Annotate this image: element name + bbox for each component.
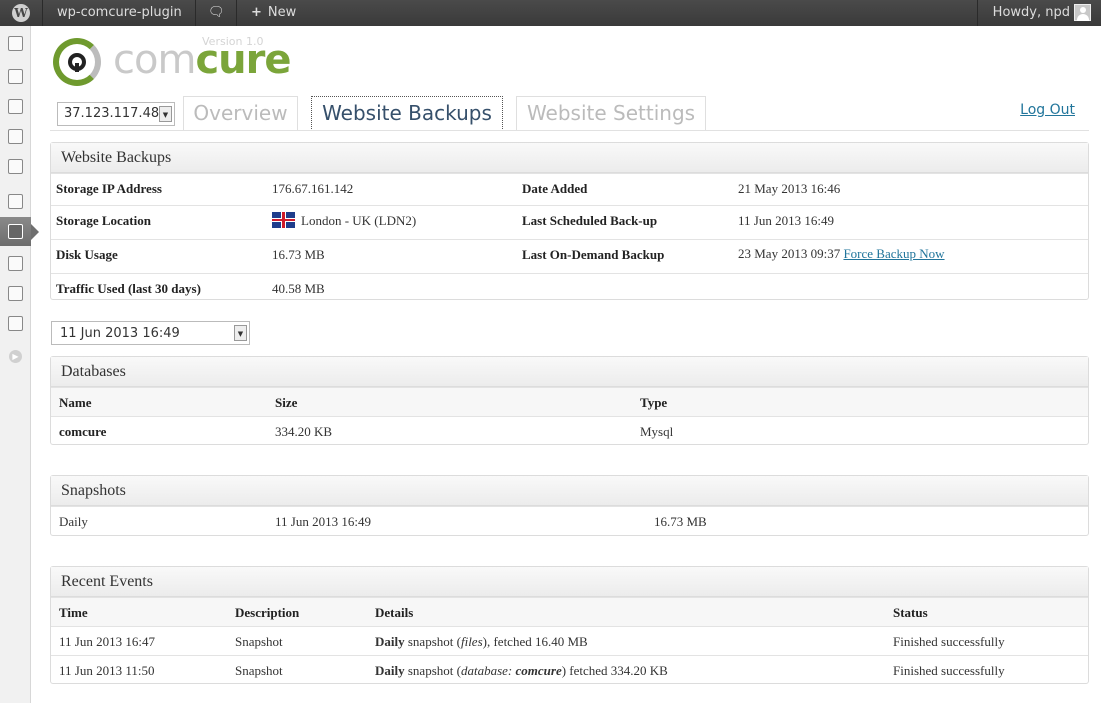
info-value: 11 Jun 2013 16:49: [738, 213, 834, 228]
howdy-account-link[interactable]: Howdy, npd: [993, 0, 1070, 26]
table-cell: comcure: [59, 424, 107, 439]
info-value: 40.58 MB: [272, 281, 325, 296]
force-backup-link[interactable]: Force Backup Now: [843, 246, 944, 261]
settings-icon[interactable]: [0, 309, 31, 338]
column-header: Details: [375, 605, 414, 620]
info-label: Last On-Demand Backup: [522, 247, 665, 262]
table-header-row: Name Size Type: [51, 387, 1088, 416]
table-cell: 334.20 KB: [275, 424, 333, 439]
recent-events-panel: Recent Events Time Description Details S…: [50, 566, 1089, 684]
ip-address-select[interactable]: 37.123.117.48 ▼: [57, 102, 175, 126]
event-details: Daily snapshot (database: comcure) fetch…: [375, 663, 668, 678]
table-row: 11 Jun 2013 11:50 Snapshot Daily snapsho…: [51, 655, 1088, 684]
tools-icon[interactable]: [0, 279, 31, 308]
plus-icon: +: [251, 5, 262, 20]
ip-address-value: 37.123.117.48: [64, 106, 160, 121]
new-content-button[interactable]: + New: [251, 0, 296, 26]
tab-website-settings[interactable]: Website Settings: [516, 96, 706, 131]
site-name-link[interactable]: wp-comcure-plugin: [57, 0, 182, 26]
info-label: Traffic Used (last 30 days): [56, 281, 201, 296]
event-time: 11 Jun 2013 16:47: [59, 634, 155, 649]
snapshot-date-select[interactable]: 11 Jun 2013 16:49 ▼: [51, 321, 250, 345]
event-description: Snapshot: [235, 634, 283, 649]
info-value-location: London - UK (LDN2): [272, 206, 416, 236]
databases-panel: Databases Name Size Type comcure 334.20 …: [50, 356, 1089, 445]
uk-flag-icon: [272, 212, 295, 228]
comcure-logo-mark-icon: [53, 38, 101, 86]
table-header-row: Time Description Details Status: [51, 597, 1088, 626]
info-row: Traffic Used (last 30 days) 40.58 MB: [51, 273, 1088, 305]
version-label: Version 1.0: [202, 35, 264, 48]
tabs-divider: [50, 130, 1089, 131]
panel-title: Website Backups: [51, 143, 1088, 173]
comments-menu-icon[interactable]: [0, 152, 31, 181]
table-cell: Daily: [59, 514, 88, 529]
appearance-icon[interactable]: [0, 187, 31, 216]
tab-website-backups[interactable]: Website Backups: [311, 96, 503, 131]
column-header: Description: [235, 605, 300, 620]
chevron-down-icon: ▼: [234, 325, 247, 341]
collapse-menu-icon[interactable]: ▶: [0, 341, 31, 370]
separator: [42, 0, 43, 26]
info-label: Disk Usage: [56, 247, 118, 262]
column-header: Size: [275, 395, 298, 410]
info-row: Storage Location London - UK (LDN2) Last…: [51, 205, 1088, 239]
info-row: Disk Usage 16.73 MB Last On-Demand Backu…: [51, 239, 1088, 273]
info-value: 16.73 MB: [272, 247, 325, 262]
plugins-icon[interactable]: [0, 217, 39, 246]
panel-title: Databases: [51, 357, 1088, 387]
info-value: 176.67.161.142: [272, 181, 354, 196]
info-label: Storage IP Address: [56, 181, 162, 196]
column-header: Name: [59, 395, 92, 410]
table-row: 11 Jun 2013 16:47 Snapshot Daily snapsho…: [51, 626, 1088, 655]
event-details: Daily snapshot (files), fetched 16.40 MB: [375, 634, 588, 649]
info-value-ondemand: 23 May 2013 09:37 Force Backup Now: [738, 246, 945, 261]
separator: [977, 0, 978, 26]
separator: [195, 0, 196, 26]
table-cell: 11 Jun 2013 16:49: [275, 514, 371, 529]
dashboard-icon[interactable]: [0, 29, 31, 58]
info-label: Storage Location: [56, 213, 151, 228]
panel-title: Recent Events: [51, 567, 1088, 597]
snapshots-panel: Snapshots Daily 11 Jun 2013 16:49 16.73 …: [50, 475, 1089, 536]
table-row: Daily 11 Jun 2013 16:49 16.73 MB: [51, 506, 1088, 535]
chevron-down-icon: ▼: [159, 106, 172, 122]
table-cell: Mysql: [640, 424, 674, 439]
table-row: comcure 334.20 KB Mysql: [51, 416, 1088, 445]
table-cell: 16.73 MB: [654, 514, 707, 529]
info-row: Storage IP Address 176.67.161.142 Date A…: [51, 173, 1088, 205]
info-value: 21 May 2013 16:46: [738, 181, 841, 196]
tab-overview[interactable]: Overview: [183, 96, 298, 131]
event-description: Snapshot: [235, 663, 283, 678]
panel-title: Snapshots: [51, 476, 1088, 506]
snapshot-date-value: 11 Jun 2013 16:49: [60, 326, 180, 341]
admin-menu: ▶: [0, 26, 39, 703]
website-backups-panel: Website Backups Storage IP Address 176.6…: [50, 142, 1089, 300]
column-header: Status: [893, 605, 928, 620]
logout-link[interactable]: Log Out: [1020, 102, 1075, 118]
column-header: Type: [640, 395, 668, 410]
users-icon[interactable]: [0, 249, 31, 278]
info-label: Date Added: [522, 181, 588, 196]
separator: [236, 0, 237, 26]
event-status: Finished successfully: [893, 634, 1005, 649]
posts-icon[interactable]: [0, 62, 31, 91]
event-status: Finished successfully: [893, 663, 1005, 678]
pages-icon[interactable]: [0, 122, 31, 151]
info-label: Last Scheduled Back-up: [522, 213, 658, 228]
comcure-logo: comcure Version 1.0: [51, 34, 291, 88]
wordpress-logo-icon[interactable]: W: [0, 0, 42, 26]
media-icon[interactable]: [0, 92, 31, 121]
comments-icon[interactable]: 🗨: [208, 0, 225, 26]
new-content-label: New: [267, 5, 297, 20]
event-time: 11 Jun 2013 11:50: [59, 663, 155, 678]
avatar[interactable]: [1074, 4, 1091, 21]
admin-bar: W wp-comcure-plugin 🗨 + New Howdy, npd: [0, 0, 1101, 26]
column-header: Time: [59, 605, 88, 620]
